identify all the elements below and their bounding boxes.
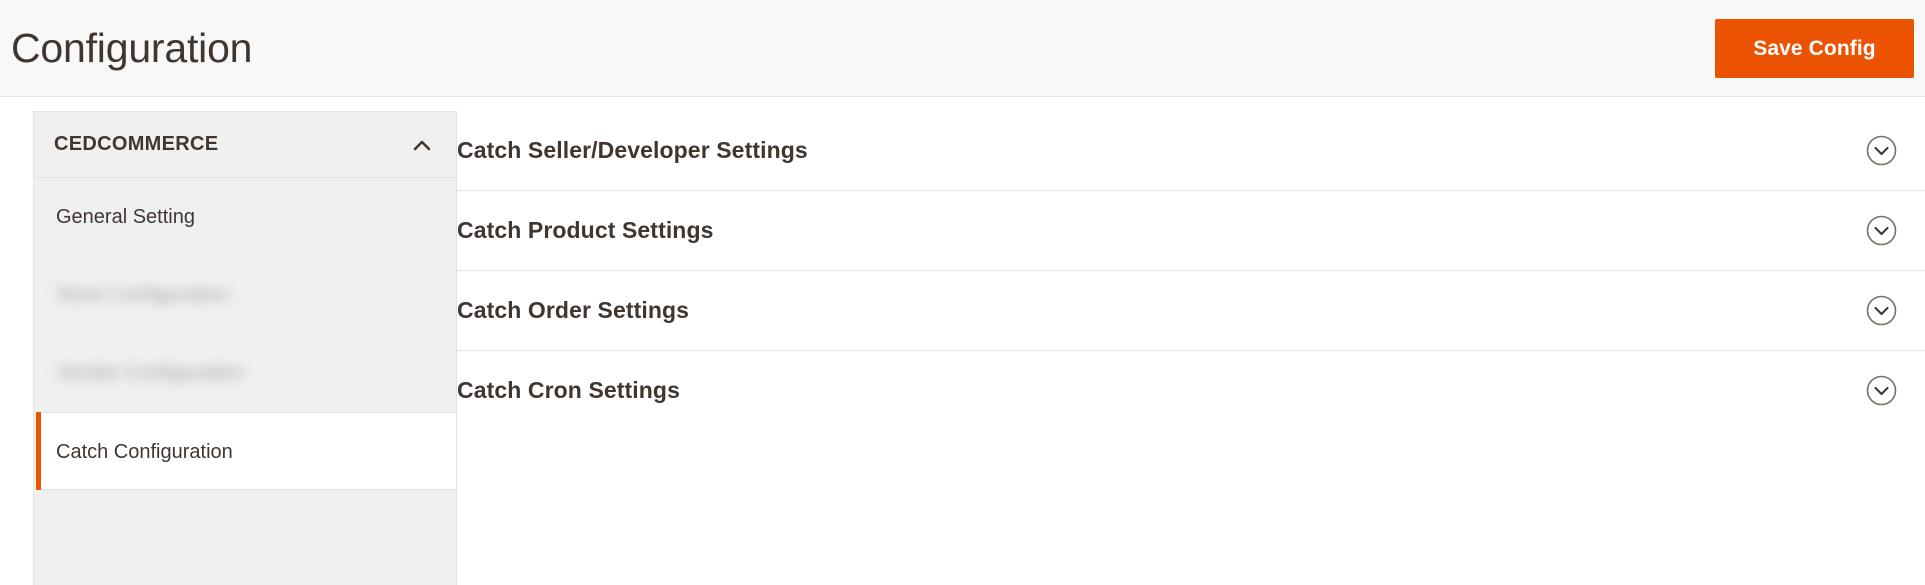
sidebar-item-redacted-2[interactable]: Vendor Configuration	[34, 334, 456, 412]
config-nav-sidebar: CEDCOMMERCE General Setting Store Config…	[33, 111, 457, 585]
section-title: Catch Order Settings	[457, 297, 690, 323]
chevron-down-circle-icon[interactable]	[1866, 135, 1897, 166]
section-title: Catch Product Settings	[457, 217, 714, 243]
save-config-button[interactable]: Save Config	[1715, 19, 1914, 78]
page-title: Configuration	[11, 25, 253, 71]
sidebar-section-label: CEDCOMMERCE	[54, 133, 219, 155]
section-title: Catch Cron Settings	[457, 377, 680, 403]
chevron-down-circle-icon[interactable]	[1866, 215, 1897, 246]
sidebar-nav-list: General Setting Store Configuration Vend…	[34, 178, 456, 490]
section-title: Catch Seller/Developer Settings	[457, 137, 808, 163]
sidebar-item-label: General Setting	[56, 206, 195, 228]
sidebar-item-label: Store Configuration	[56, 284, 229, 306]
sidebar-item-redacted-1[interactable]: Store Configuration	[34, 256, 456, 334]
sidebar-item-label: Vendor Configuration	[56, 362, 244, 384]
chevron-down-circle-icon[interactable]	[1866, 295, 1897, 326]
section-catch-cron-settings[interactable]: Catch Cron Settings	[457, 350, 1925, 430]
sidebar-section-header-cedcommerce[interactable]: CEDCOMMERCE	[34, 112, 456, 178]
chevron-up-icon	[410, 134, 434, 158]
page-body: CEDCOMMERCE General Setting Store Config…	[0, 97, 1925, 585]
sidebar-item-catch-configuration[interactable]: Catch Configuration	[36, 412, 456, 490]
section-catch-product-settings[interactable]: Catch Product Settings	[457, 190, 1925, 270]
settings-section-list: Catch Seller/Developer Settings Catch Pr…	[457, 111, 1925, 430]
page-header: Configuration Save Config	[0, 0, 1925, 97]
chevron-down-circle-icon[interactable]	[1866, 375, 1897, 406]
config-main-panel: Catch Seller/Developer Settings Catch Pr…	[457, 97, 1925, 583]
section-catch-seller-developer-settings[interactable]: Catch Seller/Developer Settings	[457, 111, 1925, 190]
section-catch-order-settings[interactable]: Catch Order Settings	[457, 270, 1925, 350]
sidebar-item-general-setting[interactable]: General Setting	[34, 178, 456, 256]
sidebar-item-label: Catch Configuration	[56, 441, 233, 463]
